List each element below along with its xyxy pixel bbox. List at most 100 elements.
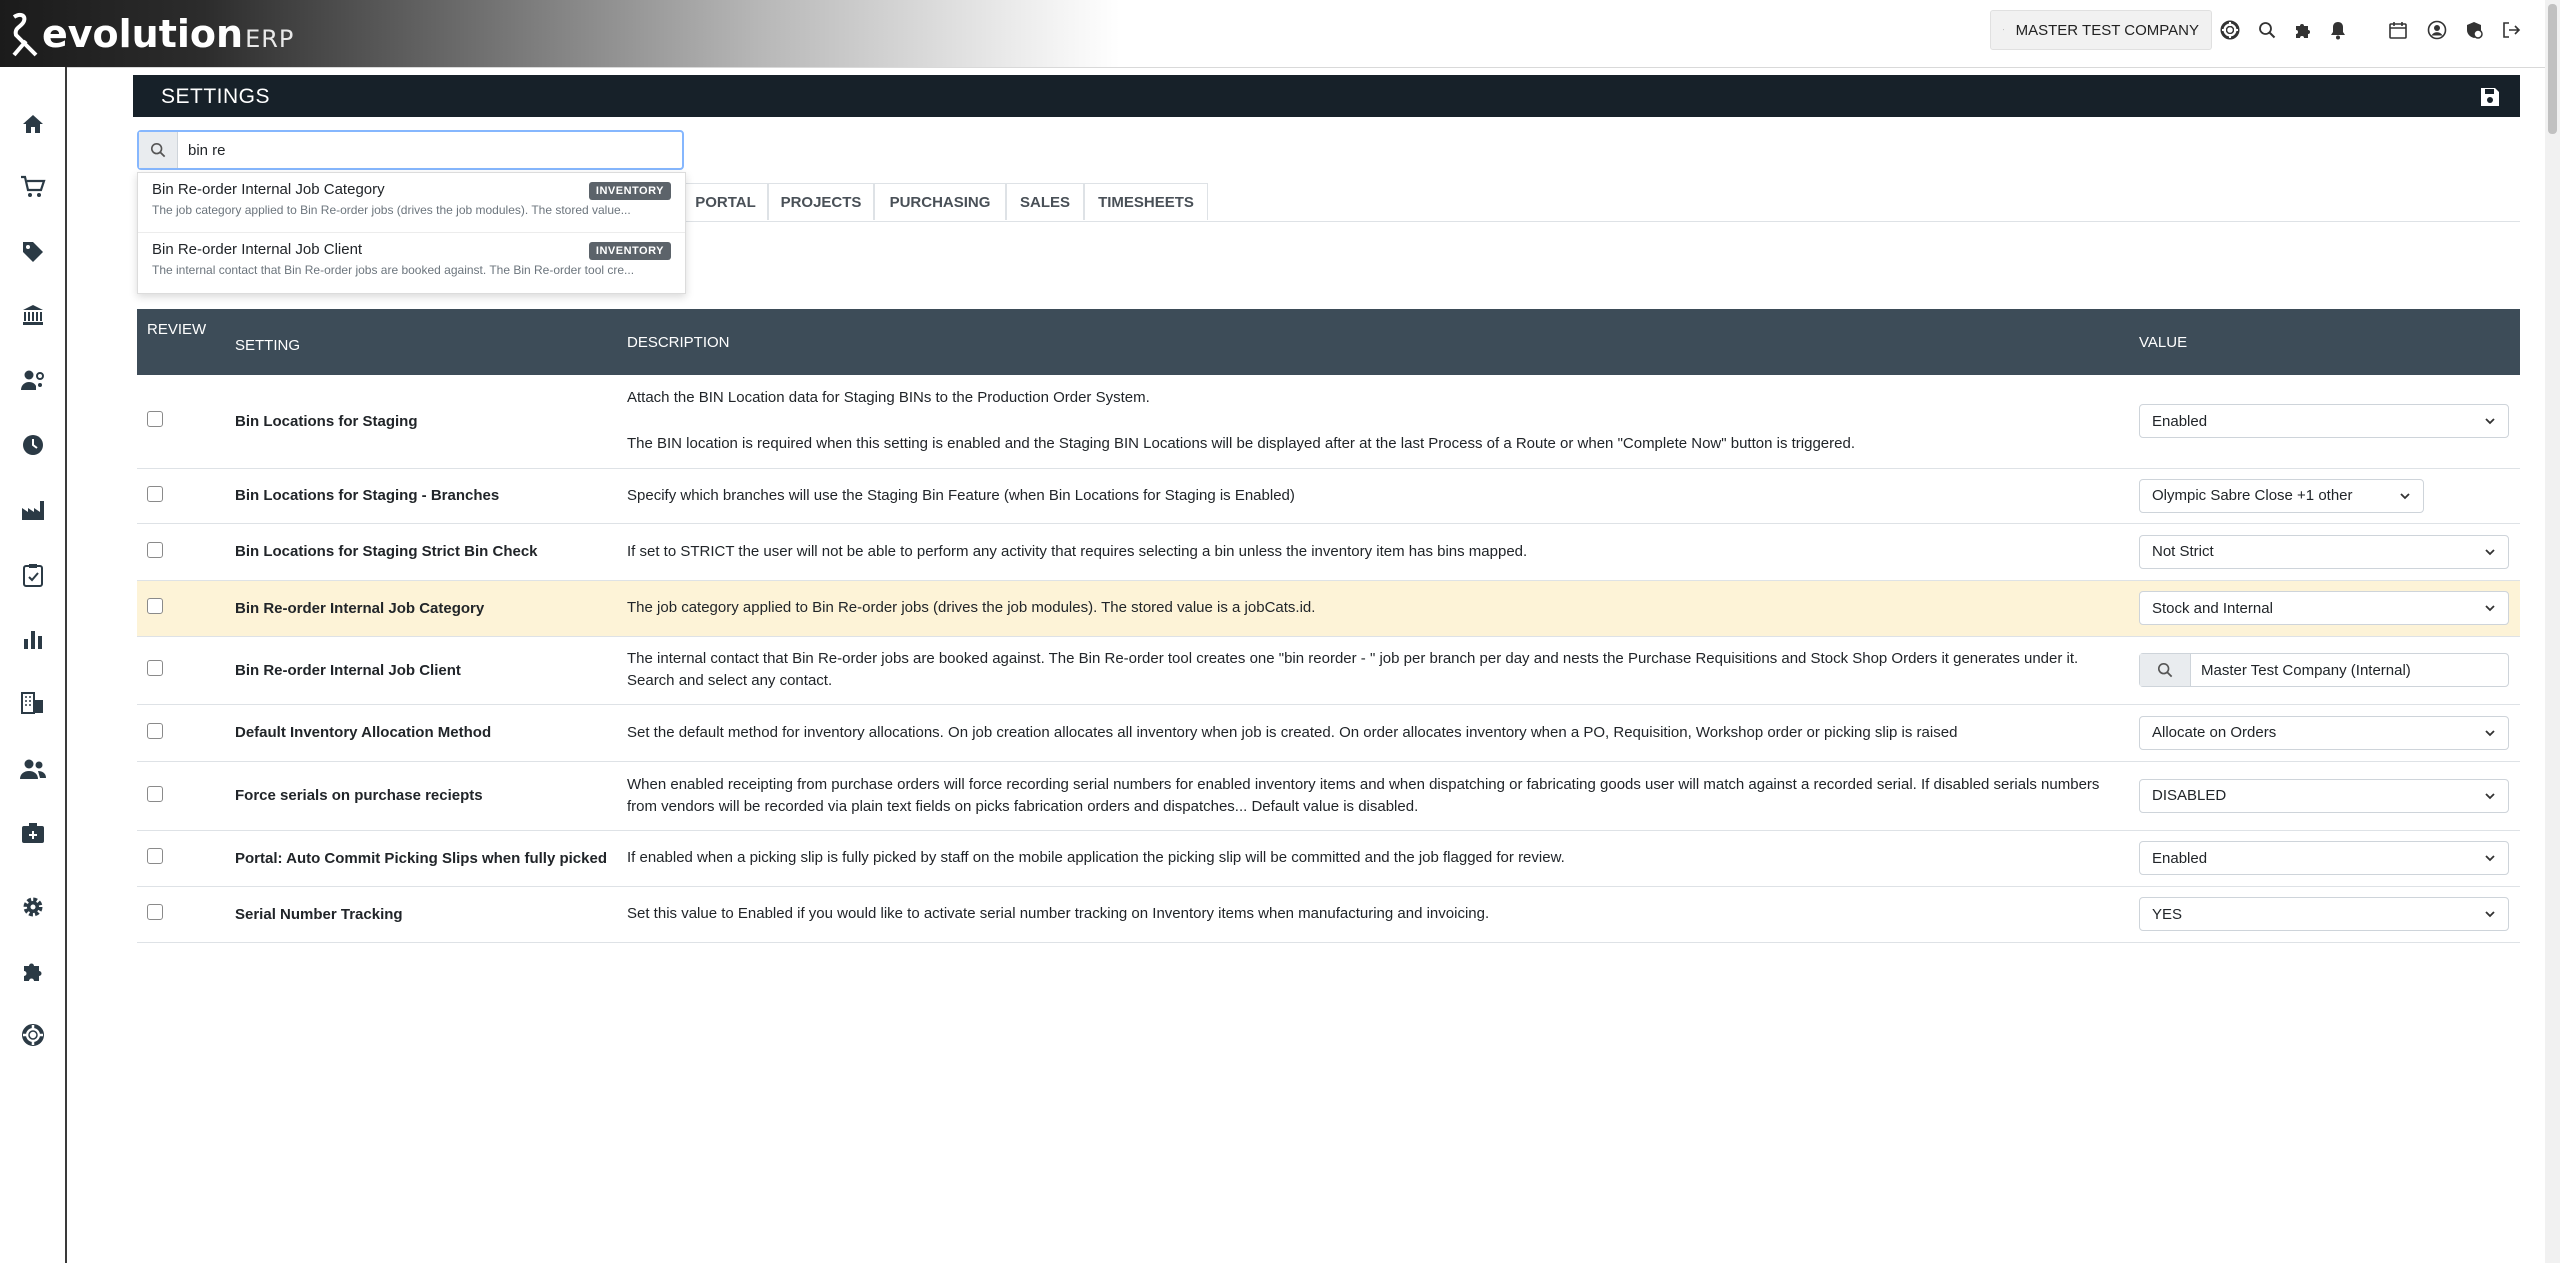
- setting-name: Default Inventory Allocation Method: [235, 724, 492, 741]
- select-value: Enabled: [2152, 412, 2208, 430]
- review-checkbox[interactable]: [147, 904, 163, 920]
- setting-name: Bin Locations for Staging: [235, 412, 418, 430]
- lifebuoy-icon[interactable]: [17, 1019, 49, 1051]
- suggestion-item[interactable]: Bin Re-order Internal Job Category The j…: [138, 173, 685, 233]
- select-value: DISABLED: [2152, 787, 2227, 804]
- top-bar: evolution ERP MASTER TEST COMPANY: [0, 0, 2545, 68]
- chevron-down-icon: [2485, 729, 2495, 736]
- table-row: Portal: Auto Commit Picking Slips when f…: [137, 830, 2520, 886]
- page-title: SETTINGS: [161, 85, 271, 108]
- select-value: Allocate on Orders: [2152, 724, 2277, 741]
- bell-icon[interactable]: [2327, 19, 2349, 41]
- select-value: YES: [2152, 905, 2183, 923]
- factory-icon[interactable]: [17, 494, 49, 526]
- review-checkbox[interactable]: [147, 722, 163, 739]
- scrollbar-thumb[interactable]: [2548, 4, 2557, 134]
- column-header-description[interactable]: DESCRIPTION: [617, 309, 2129, 375]
- column-header-review[interactable]: REVIEW: [137, 309, 225, 375]
- value-select[interactable]: YES: [2139, 897, 2509, 931]
- calendar-icon[interactable]: [2387, 19, 2409, 41]
- branch-multiselect[interactable]: Olympic Sabre Close +1 other: [2139, 478, 2424, 513]
- table-row-highlighted: Bin Re-order Internal Job Category The j…: [137, 580, 2520, 636]
- value-select[interactable]: Enabled: [2139, 841, 2509, 875]
- bar-chart-icon[interactable]: [17, 623, 49, 655]
- setting-name: Bin Re-order Internal Job Client: [235, 661, 461, 679]
- search-input[interactable]: [178, 132, 682, 168]
- cart-icon[interactable]: [17, 171, 49, 203]
- users-icon[interactable]: [17, 753, 49, 785]
- search-suggestions: Bin Re-order Internal Job Category The j…: [137, 172, 686, 294]
- clipboard-check-icon[interactable]: [17, 559, 49, 591]
- select-value: Olympic Sabre Close +1 other: [2152, 487, 2353, 504]
- bank-icon[interactable]: [17, 299, 49, 331]
- app-logo[interactable]: evolution ERP: [10, 10, 294, 58]
- save-icon[interactable]: [2478, 85, 2502, 109]
- column-header-value[interactable]: VALUE: [2129, 309, 2520, 375]
- setting-name: Force serials on purchase reciepts: [235, 787, 483, 804]
- search-icon: [2157, 662, 2173, 678]
- logo-mark-icon: [12, 12, 38, 57]
- setting-description: Set the default method for inventory all…: [627, 723, 1958, 741]
- contact-lookup[interactable]: Master Test Company (Internal): [2139, 653, 2509, 687]
- review-checkbox[interactable]: [147, 785, 163, 802]
- review-checkbox[interactable]: [147, 660, 163, 676]
- puzzle-icon[interactable]: [2292, 19, 2314, 41]
- value-select[interactable]: Enabled: [2139, 404, 2509, 439]
- chevron-down-icon: [2485, 605, 2495, 612]
- lookup-value: Master Test Company (Internal): [2201, 661, 2411, 679]
- search-icon[interactable]: [2256, 19, 2278, 41]
- user-settings-icon[interactable]: [17, 364, 49, 396]
- setting-name: Portal: Auto Commit Picking Slips when f…: [235, 849, 607, 867]
- tab-timesheets[interactable]: TIMESHEETS: [1084, 183, 1208, 220]
- chevron-down-icon: [2485, 855, 2495, 862]
- logo-text: evolution: [42, 12, 244, 56]
- settings-header: SETTINGS: [133, 75, 2520, 117]
- table-row: Bin Locations for Staging - Branches Spe…: [137, 468, 2520, 523]
- sidebar: [0, 67, 67, 1263]
- gear-icon[interactable]: [17, 891, 49, 923]
- logout-icon[interactable]: [2500, 19, 2522, 41]
- setting-description: Attach the BIN Location data for Staging…: [627, 389, 1150, 407]
- tab-purchasing[interactable]: PURCHASING: [874, 183, 1006, 220]
- id-badge-icon[interactable]: [17, 817, 49, 849]
- puzzle-icon[interactable]: [17, 955, 49, 987]
- tab-portal[interactable]: PORTAL: [683, 183, 768, 220]
- chevron-down-icon: [2485, 792, 2495, 799]
- home-icon[interactable]: [17, 108, 49, 140]
- select-value: Stock and Internal: [2152, 599, 2273, 617]
- table-row: Serial Number Tracking Set this value to…: [137, 886, 2520, 942]
- setting-description-extra: The BIN location is required when this s…: [627, 435, 1855, 453]
- chevron-down-icon: [2485, 911, 2495, 918]
- review-checkbox[interactable]: [147, 848, 163, 864]
- lookup-addon[interactable]: [2140, 654, 2191, 686]
- value-select[interactable]: DISABLED: [2139, 778, 2509, 813]
- tag-icon[interactable]: [17, 236, 49, 268]
- review-checkbox[interactable]: [147, 411, 163, 428]
- table-row: Bin Locations for Staging Strict Bin Che…: [137, 523, 2520, 580]
- review-checkbox[interactable]: [147, 598, 163, 614]
- value-select[interactable]: Allocate on Orders: [2139, 715, 2509, 750]
- value-select[interactable]: Not Strict: [2139, 534, 2509, 569]
- company-name: MASTER TEST COMPANY: [2015, 21, 2199, 39]
- value-select[interactable]: Stock and Internal: [2139, 591, 2509, 625]
- user-circle-icon[interactable]: [2426, 19, 2448, 41]
- shield-icon[interactable]: [2463, 19, 2485, 41]
- column-header-setting[interactable]: SETTING: [225, 309, 617, 375]
- page-scrollbar[interactable]: [2545, 0, 2560, 1263]
- help-lifebuoy-icon[interactable]: [2219, 19, 2241, 41]
- company-selector[interactable]: MASTER TEST COMPANY: [1990, 10, 2212, 50]
- tab-sales[interactable]: SALES: [1006, 183, 1084, 220]
- clock-icon[interactable]: [17, 429, 49, 461]
- logo-suffix: ERP: [245, 25, 295, 53]
- review-checkbox[interactable]: [147, 541, 163, 558]
- table-row: Bin Re-order Internal Job Client The int…: [137, 636, 2520, 704]
- chevron-down-icon: [2485, 548, 2495, 555]
- setting-description: When enabled receipting from purchase or…: [627, 775, 2100, 815]
- review-checkbox[interactable]: [147, 485, 163, 502]
- suggestion-item[interactable]: Bin Re-order Internal Job Client The int…: [138, 233, 685, 293]
- buildings-icon[interactable]: [17, 687, 49, 719]
- tab-projects[interactable]: PROJECTS: [768, 183, 874, 220]
- setting-name: Bin Re-order Internal Job Category: [235, 599, 485, 617]
- suggestion-badge: INVENTORY: [588, 182, 671, 200]
- setting-name: Bin Locations for Staging Strict Bin Che…: [235, 543, 538, 560]
